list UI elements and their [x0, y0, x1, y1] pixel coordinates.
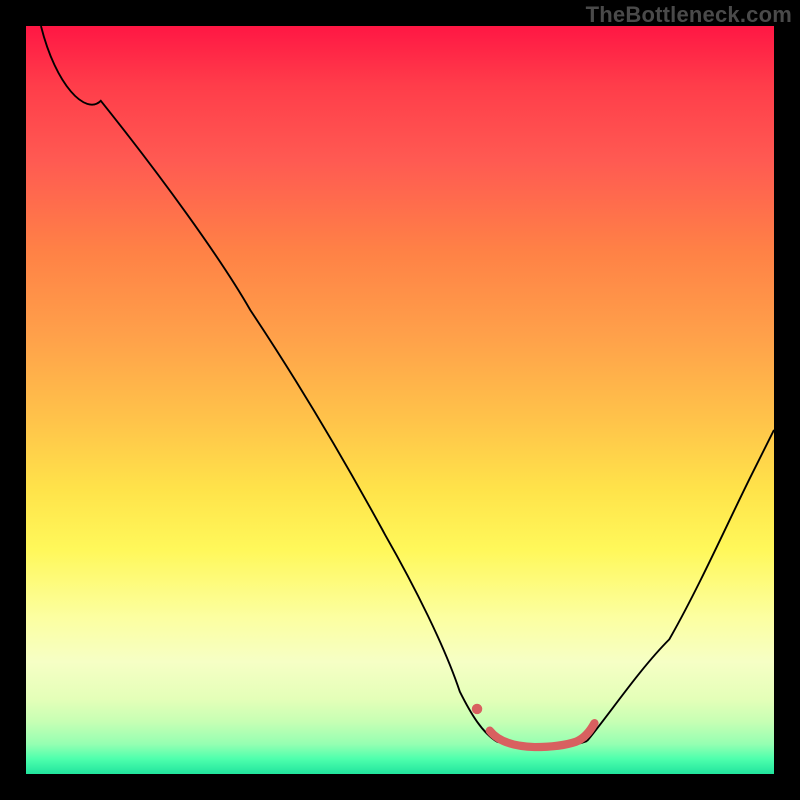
curve-left: [41, 26, 497, 742]
accent-dot: [472, 704, 482, 714]
plot-svg: [26, 26, 774, 774]
curve-right: [587, 430, 774, 741]
plot-frame: [26, 26, 774, 774]
watermark-text: TheBottleneck.com: [586, 2, 792, 28]
chart-container: TheBottleneck.com: [0, 0, 800, 800]
accent-valley-bar: [490, 723, 595, 747]
